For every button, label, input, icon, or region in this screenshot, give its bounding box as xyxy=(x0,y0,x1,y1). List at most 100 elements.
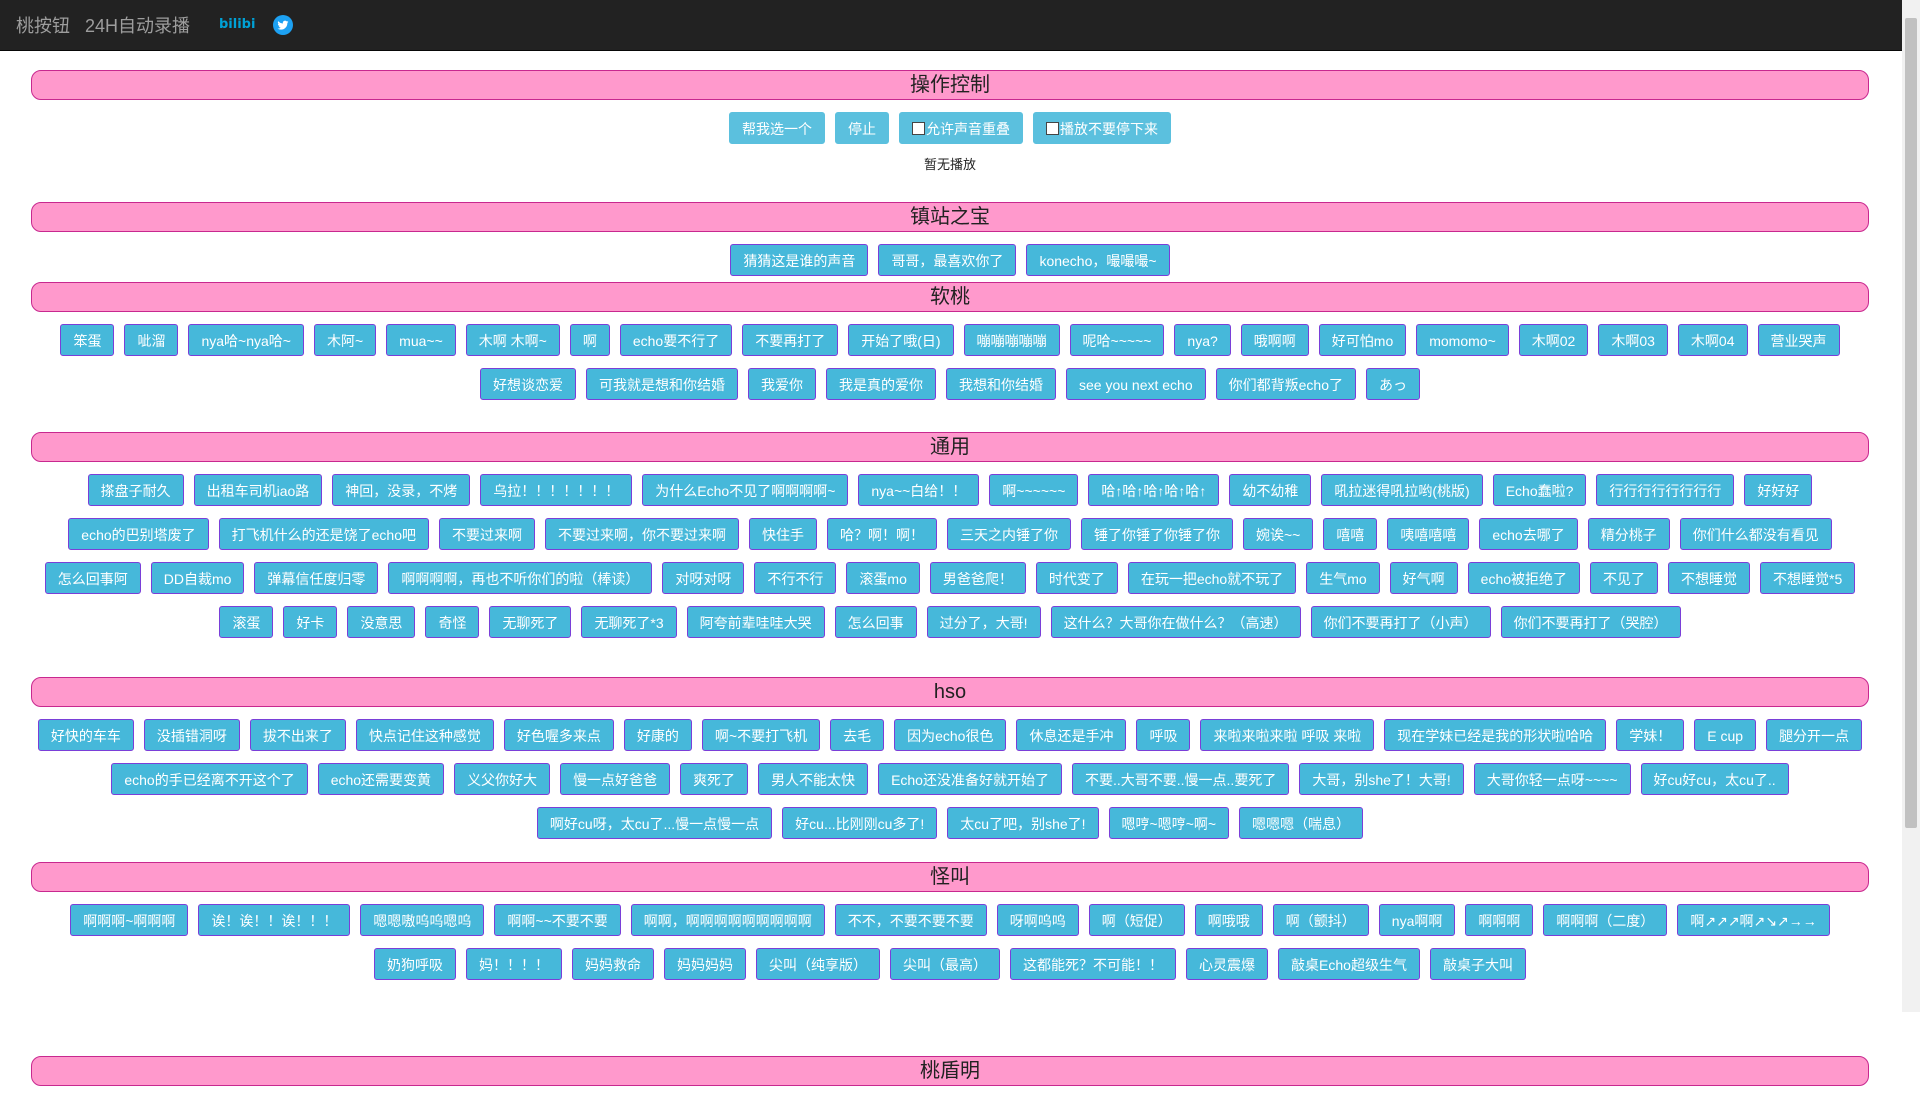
sound-button[interactable]: 木啊02 xyxy=(1518,324,1589,356)
sound-button[interactable]: 呀啊呜呜 xyxy=(996,904,1079,936)
sound-button[interactable]: 腿分开一点 xyxy=(1766,719,1863,751)
sound-button[interactable]: 啊啊啊~啊啊啊 xyxy=(70,904,189,936)
sound-button[interactable]: 啊（颤抖） xyxy=(1272,904,1369,936)
sound-button[interactable]: 尖叫（纯享版） xyxy=(756,948,881,980)
sound-button[interactable]: 笨蛋 xyxy=(60,324,115,356)
sound-button[interactable]: 大哥，别she了！大哥! xyxy=(1299,763,1464,795)
sound-button[interactable]: 乌拉！！！！！！！ xyxy=(480,474,633,506)
sound-button[interactable]: 好快的车车 xyxy=(37,719,134,751)
sound-button[interactable]: 啊啊啊（二度） xyxy=(1543,904,1668,936)
sound-button[interactable]: Echo蠢啦? xyxy=(1492,474,1587,506)
sound-button[interactable]: 快点记住这种感觉 xyxy=(355,719,494,751)
sound-button[interactable]: 嗯嗯嗷呜呜嗯呜 xyxy=(360,904,485,936)
sound-button[interactable]: 奇怪 xyxy=(425,606,480,638)
sound-button[interactable]: 哥哥，最喜欢你了 xyxy=(878,244,1017,276)
sound-button[interactable]: 没插错洞呀 xyxy=(143,719,240,751)
sound-button[interactable]: 生气mo xyxy=(1306,562,1380,594)
sound-button[interactable]: 不行不行 xyxy=(754,562,837,594)
sound-button[interactable]: konecho，嘬嘬嘬~ xyxy=(1026,244,1170,276)
sound-button[interactable]: 因为echo很色 xyxy=(894,719,1007,751)
sound-button[interactable]: 尖叫（最高） xyxy=(890,948,1001,980)
sound-button[interactable]: 妈！！！！ xyxy=(466,948,563,980)
sound-button[interactable]: 啊好cu呀，太cu了...慢一点慢一点 xyxy=(536,807,773,839)
sound-button[interactable]: echo的巴别塔废了 xyxy=(68,518,209,550)
sound-button[interactable]: 精分桃子 xyxy=(1587,518,1670,550)
sound-button[interactable]: 好卡 xyxy=(283,606,338,638)
control-button[interactable]: 帮我选一个 xyxy=(729,112,825,144)
sound-button[interactable]: 幼不幼稚 xyxy=(1229,474,1312,506)
sound-button[interactable]: 为什么Echo不见了啊啊啊啊~ xyxy=(642,474,849,506)
sound-button[interactable]: 啊哦哦 xyxy=(1194,904,1263,936)
sound-button[interactable]: nya? xyxy=(1174,324,1231,356)
sound-button[interactable]: 木啊03 xyxy=(1598,324,1668,356)
sound-button[interactable]: 不要过来啊，你不要过来啊 xyxy=(545,518,739,550)
sound-button[interactable]: 啊啊~~不要不要 xyxy=(494,904,621,936)
sound-button[interactable]: echo还需要变黄 xyxy=(317,763,445,795)
sound-button[interactable]: echo的手已经离不开这个了 xyxy=(111,763,308,795)
sound-button[interactable]: 无聊死了*3 xyxy=(581,606,677,638)
sound-button[interactable]: 神回，没录，不烤 xyxy=(332,474,471,506)
sound-button[interactable]: echo去哪了 xyxy=(1479,518,1578,550)
sound-button[interactable]: nya啊啊 xyxy=(1378,904,1456,936)
sound-button[interactable]: 出租车司机iao路 xyxy=(193,474,323,506)
sound-button[interactable]: 怎么回事 xyxy=(834,606,917,638)
sound-button[interactable]: 慢一点好爸爸 xyxy=(560,763,671,795)
sound-button[interactable]: 啊~不要打飞机 xyxy=(701,719,821,751)
twitter-icon[interactable] xyxy=(273,15,294,35)
sound-button[interactable]: 吼拉迷得吼拉哟(桃版) xyxy=(1321,474,1483,506)
sound-button[interactable]: 怎么回事阿 xyxy=(44,562,141,594)
sound-button[interactable]: 好好好 xyxy=(1744,474,1813,506)
sound-button[interactable]: 不想睡觉 xyxy=(1668,562,1751,594)
sound-button[interactable]: 好康的 xyxy=(623,719,692,751)
sound-button[interactable]: 哈↑哈↑哈↑哈↑哈↑ xyxy=(1088,474,1220,506)
sound-button[interactable]: 这什么？大哥你在做什么？（高速） xyxy=(1050,606,1301,638)
sound-button[interactable]: 妈妈救命 xyxy=(572,948,655,980)
sound-button[interactable]: 嗯哼~嗯哼~啊~ xyxy=(1108,807,1230,839)
bilibili-icon[interactable]: bilibili xyxy=(219,14,264,37)
sound-button[interactable]: 好可怕mo xyxy=(1318,324,1407,356)
sound-button[interactable]: 啊~~~~~~ xyxy=(989,474,1079,506)
sound-button[interactable]: nya~~白给！！ xyxy=(858,474,980,506)
sound-button[interactable]: 快住手 xyxy=(749,518,817,550)
sound-button[interactable]: 嗯嗯嗯（喘息） xyxy=(1239,807,1364,839)
sound-button[interactable]: 不要过来啊 xyxy=(439,518,535,550)
sound-button[interactable]: 开始了哦(日) xyxy=(848,324,954,356)
sound-button[interactable]: 休息还是手冲 xyxy=(1016,719,1127,751)
sound-button[interactable]: 来啦来啦来啦 呼吸 来啦 xyxy=(1200,719,1375,751)
sound-button[interactable]: echo要不行了 xyxy=(619,324,733,356)
sound-button[interactable]: 在玩一把echo就不玩了 xyxy=(1127,562,1297,594)
sound-button[interactable]: 搽盘子耐久 xyxy=(87,474,184,506)
sound-button[interactable]: 爽死了 xyxy=(680,763,749,795)
sound-button[interactable]: 时代变了 xyxy=(1035,562,1118,594)
sound-button[interactable]: DD自裁mo xyxy=(150,562,245,594)
sound-button[interactable]: 好气啊 xyxy=(1389,562,1458,594)
sound-button[interactable]: 现在学妹已经是我的形状啦哈哈 xyxy=(1384,719,1607,751)
sound-button[interactable]: Echo还没准备好就开始了 xyxy=(878,763,1062,795)
sound-button[interactable]: 哦啊啊 xyxy=(1240,324,1309,356)
scrollbar-thumb[interactable] xyxy=(1905,18,1917,828)
sound-button[interactable]: 奶狗呼吸 xyxy=(374,948,457,980)
sound-button[interactable]: 好想谈恋爱 xyxy=(480,368,576,400)
sound-button[interactable]: 不要..大哥不要..慢一点..要死了 xyxy=(1071,763,1290,795)
sound-button[interactable]: 咦嘻嘻嘻 xyxy=(1387,518,1470,550)
toggle-button[interactable]: 允许声音重叠 xyxy=(899,112,1023,144)
sound-button[interactable]: 你们都背叛echo了 xyxy=(1215,368,1356,400)
sound-button[interactable]: 三天之内锤了你 xyxy=(947,518,1071,550)
sound-button[interactable]: mua~~ xyxy=(386,324,456,356)
sound-button[interactable]: see you next echo xyxy=(1066,368,1206,400)
sound-button[interactable]: 敲桌Echo超级生气 xyxy=(1278,948,1420,980)
control-button[interactable]: 停止 xyxy=(835,112,889,144)
sound-button[interactable]: 啊啊，啊啊啊啊啊啊啊啊啊 xyxy=(630,904,825,936)
sound-button[interactable]: 啊 xyxy=(569,324,610,356)
sound-button[interactable]: 木啊04 xyxy=(1677,324,1748,356)
live-link[interactable]: 24H自动录播 xyxy=(85,12,190,38)
sound-button[interactable]: 锤了你锤了你锤了你 xyxy=(1081,518,1233,550)
sound-button[interactable]: 啊啊啊啊，再也不听你们的啦（棒读） xyxy=(388,562,653,594)
sound-button[interactable]: 不要再打了 xyxy=(742,324,839,356)
sound-button[interactable]: 呲溜 xyxy=(124,324,179,356)
sound-button[interactable]: 打飞机什么的还是饶了echo吧 xyxy=(218,518,429,550)
sound-button[interactable]: 我爱你 xyxy=(748,368,816,400)
sound-button[interactable]: 滚蛋mo xyxy=(846,562,920,594)
sound-button[interactable]: 可我就是想和你结婚 xyxy=(586,368,738,400)
sound-button[interactable]: 不见了 xyxy=(1590,562,1659,594)
